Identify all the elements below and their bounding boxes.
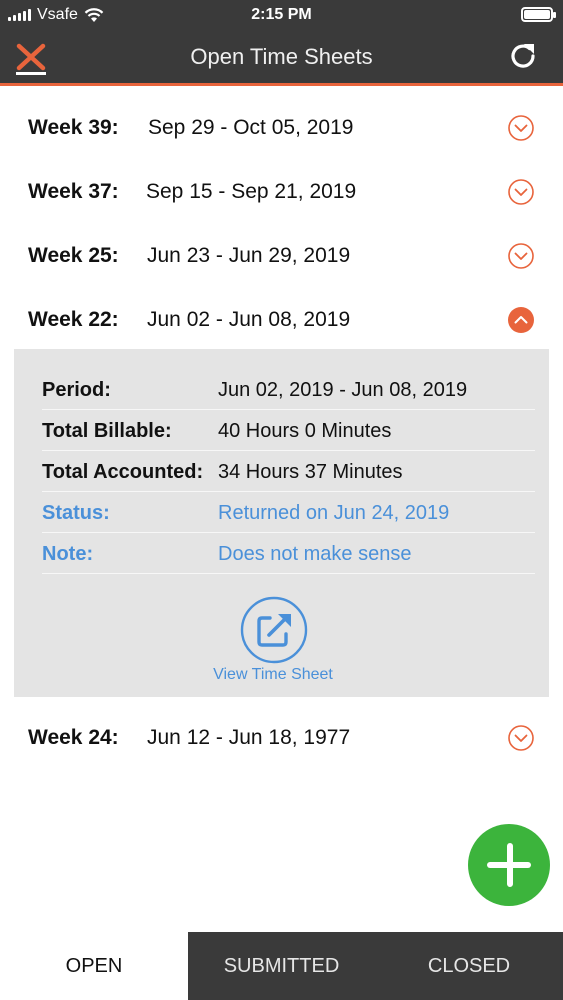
week-range: Sep 29 - Oct 05, 2019 <box>148 116 354 139</box>
detail-row-period: Period: Jun 02, 2019 - Jun 08, 2019 <box>42 369 535 410</box>
refresh-icon[interactable] <box>507 40 539 72</box>
chevron-down-icon[interactable] <box>507 724 535 752</box>
add-timesheet-button[interactable] <box>468 824 550 906</box>
week-label: Week 37: <box>28 180 119 203</box>
week-row[interactable]: Week 24: Jun 12 - Jun 18, 1977 <box>0 700 563 764</box>
detail-label: Note: <box>42 543 94 565</box>
detail-label: Total Billable: <box>42 420 172 442</box>
detail-value: 40 Hours 0 Minutes <box>218 420 392 442</box>
week-range: Sep 15 - Sep 21, 2019 <box>146 180 357 203</box>
chevron-down-icon[interactable] <box>507 242 535 270</box>
chevron-down-icon[interactable] <box>507 114 535 142</box>
week-row[interactable]: Week 37: Sep 15 - Sep 21, 2019 <box>0 154 563 218</box>
app-header: Vsafe 2:15 PM Open Time Sheets <box>0 0 563 86</box>
week-label: Week 24: <box>28 726 119 749</box>
view-time-sheet-link[interactable]: View Time Sheet <box>14 666 532 684</box>
detail-value: Returned on Jun 24, 2019 <box>218 502 450 524</box>
tab-open[interactable]: OPEN <box>0 932 188 1000</box>
detail-label: Status: <box>42 502 110 524</box>
week-range: Jun 12 - Jun 18, 1977 <box>147 726 351 749</box>
week-label: Week 25: <box>28 244 119 267</box>
week-label: Week 22: <box>28 308 119 331</box>
week-row[interactable]: Week 39: Sep 29 - Oct 05, 2019 <box>0 90 563 154</box>
detail-row-note: Note: Does not make sense <box>42 533 535 574</box>
tab-submitted[interactable]: SUBMITTED <box>188 932 375 1000</box>
status-bar: Vsafe 2:15 PM <box>0 0 563 30</box>
detail-row-billable: Total Billable: 40 Hours 0 Minutes <box>42 410 535 451</box>
page-title: Open Time Sheets <box>190 44 373 69</box>
week-range: Jun 23 - Jun 29, 2019 <box>147 244 351 267</box>
detail-value: Jun 02, 2019 - Jun 08, 2019 <box>218 379 468 401</box>
week-row-expanded[interactable]: Week 22: Jun 02 - Jun 08, 2019 <box>0 282 563 346</box>
detail-label: Period: <box>42 379 111 401</box>
timesheet-detail-panel: Period: Jun 02, 2019 - Jun 08, 2019 Tota… <box>14 349 549 697</box>
detail-row-status: Status: Returned on Jun 24, 2019 <box>42 492 535 533</box>
week-label: Week 39: <box>28 116 119 139</box>
week-range: Jun 02 - Jun 08, 2019 <box>147 308 351 331</box>
chevron-up-icon[interactable] <box>507 306 535 334</box>
bottom-tab-bar: OPEN SUBMITTED CLOSED <box>0 932 563 1000</box>
battery-icon <box>521 7 556 22</box>
status-time: 2:15 PM <box>251 6 312 23</box>
detail-label: Total Accounted: <box>42 461 204 483</box>
detail-value: 34 Hours 37 Minutes <box>218 461 403 483</box>
chevron-down-icon[interactable] <box>507 178 535 206</box>
external-edit-icon[interactable] <box>240 596 308 664</box>
detail-row-accounted: Total Accounted: 34 Hours 37 Minutes <box>42 451 535 492</box>
tab-closed[interactable]: CLOSED <box>375 932 563 1000</box>
detail-value: Does not make sense <box>218 543 412 565</box>
week-row[interactable]: Week 25: Jun 23 - Jun 29, 2019 <box>0 218 563 282</box>
